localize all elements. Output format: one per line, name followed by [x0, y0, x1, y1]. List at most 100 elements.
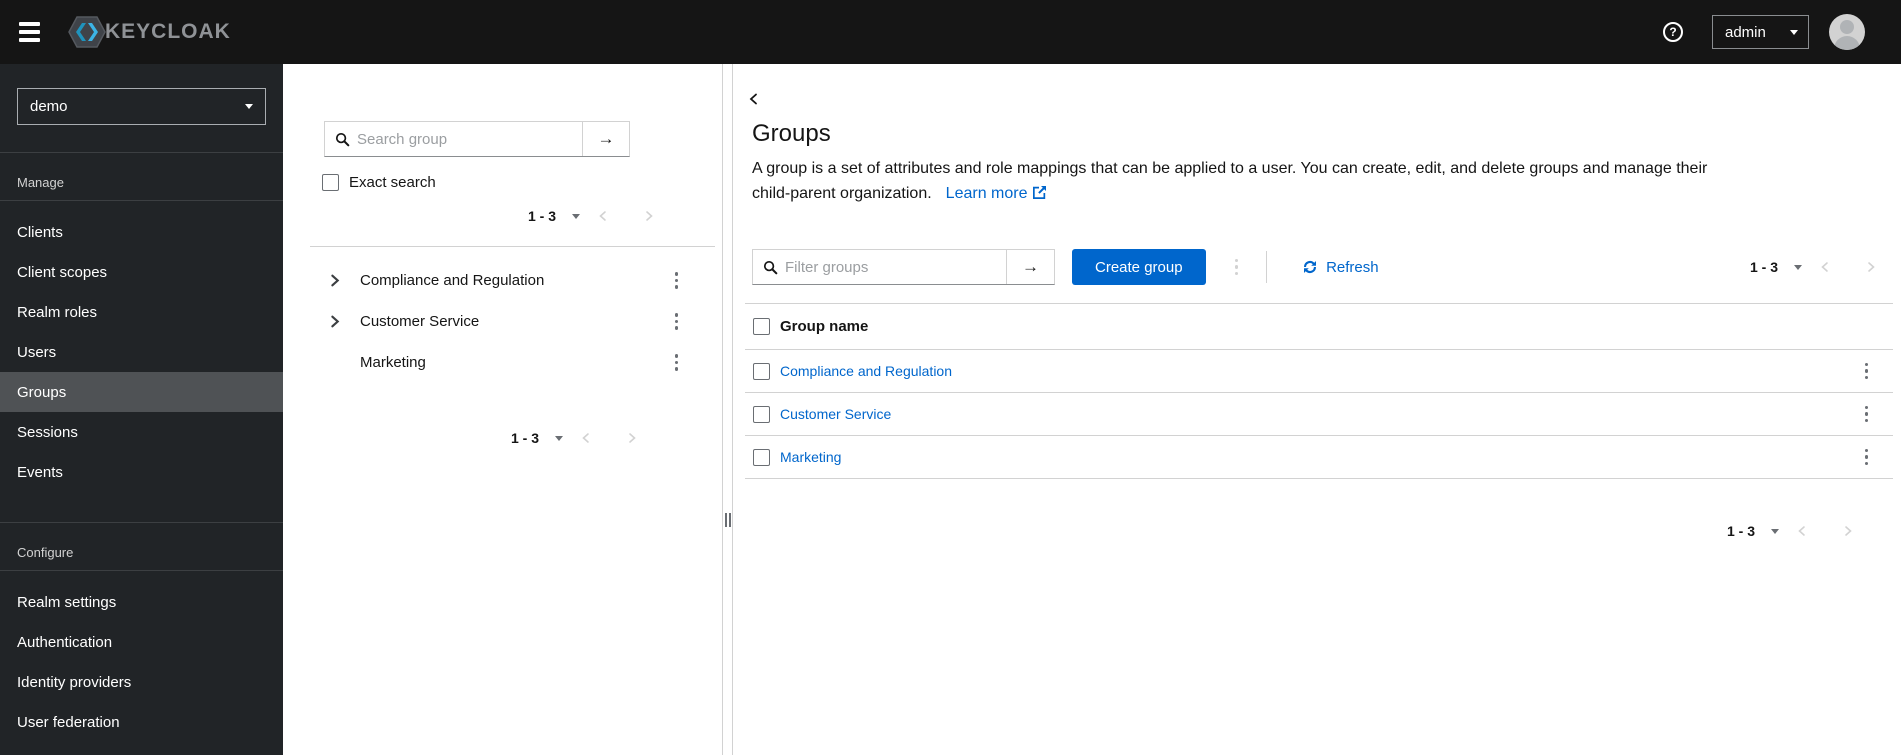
kebab-menu-button[interactable]	[1861, 402, 1873, 427]
search-group-submit-button[interactable]: →	[582, 122, 629, 156]
tree-item-label[interactable]: Compliance and Regulation	[360, 272, 544, 289]
expand-chevron-icon[interactable]	[327, 273, 343, 288]
pagination-range: 1 - 3	[527, 208, 556, 224]
search-icon	[763, 260, 778, 274]
group-link[interactable]: Marketing	[780, 449, 841, 465]
row-checkbox[interactable]	[753, 405, 770, 423]
pagination-next-button[interactable]	[609, 424, 655, 452]
filter-groups-input[interactable]	[785, 258, 1006, 276]
divider	[1266, 251, 1268, 283]
chevron-left-icon	[599, 211, 606, 221]
pagination-range: 1 - 3	[1726, 523, 1755, 539]
masthead: KEYCLOAK ? admin	[0, 0, 1901, 64]
nav-toggle-hamburger-icon[interactable]	[19, 22, 40, 42]
chevron-right-icon	[646, 211, 653, 221]
sidebar-item-events[interactable]: Events	[0, 452, 283, 492]
chevron-down-icon	[1790, 29, 1798, 35]
kebab-menu-button[interactable]	[1861, 445, 1873, 470]
sidebar-nav: demo Manage Clients Client scopes Realm …	[0, 64, 283, 755]
keycloak-logo-icon	[68, 16, 106, 48]
tree-item-marketing: Marketing	[283, 342, 722, 383]
pagination-prev-button[interactable]	[580, 202, 626, 230]
chevron-left-icon	[1798, 526, 1805, 536]
kebab-menu-button[interactable]	[671, 350, 683, 375]
sidebar-item-sessions[interactable]: Sessions	[0, 412, 283, 452]
select-all-checkbox[interactable]	[753, 318, 770, 335]
filter-groups-box: →	[752, 249, 1055, 285]
pagination-prev-button[interactable]	[1802, 253, 1848, 281]
pagination-options-caret-icon[interactable]	[555, 435, 563, 441]
groups-tree-panel: → Exact search 1 - 3 Compliance and Regu…	[283, 64, 722, 755]
kebab-menu-button[interactable]	[1861, 359, 1873, 384]
tree-item-customer-service: Customer Service	[283, 301, 722, 342]
tree-item-compliance-and-regulation: Compliance and Regulation	[283, 260, 722, 301]
tree-item-label[interactable]: Marketing	[360, 354, 426, 371]
pagination-options-caret-icon[interactable]	[572, 213, 580, 219]
groups-tree: Compliance and Regulation Customer Servi…	[283, 260, 722, 383]
pagination-next-button[interactable]	[626, 202, 672, 230]
keycloak-logo: KEYCLOAK	[67, 12, 231, 52]
pagination-range: 1 - 3	[1749, 259, 1778, 275]
pagination-prev-button[interactable]	[1779, 517, 1825, 545]
row-checkbox[interactable]	[753, 448, 770, 466]
pagination-next-button[interactable]	[1848, 253, 1894, 281]
panel-resize-splitter[interactable]	[722, 64, 733, 755]
group-link[interactable]: Customer Service	[780, 406, 891, 422]
group-search-box: →	[324, 121, 630, 157]
realm-selector[interactable]: demo	[17, 88, 266, 125]
refresh-label: Refresh	[1326, 258, 1379, 276]
user-dropdown[interactable]: admin	[1712, 15, 1809, 49]
kebab-menu-button[interactable]	[671, 309, 683, 334]
tree-pagination-bottom: 1 - 3	[283, 423, 722, 453]
column-header-group-name: Group name	[780, 318, 869, 335]
sidebar-item-users[interactable]: Users	[0, 332, 283, 372]
tree-item-label[interactable]: Customer Service	[360, 313, 479, 330]
toolbar-kebab-menu-button[interactable]	[1231, 255, 1243, 280]
group-link[interactable]: Compliance and Regulation	[780, 363, 952, 379]
exact-search-checkbox[interactable]	[322, 174, 339, 191]
nav-section-manage: Manage	[17, 175, 64, 190]
sidebar-item-realm-roles[interactable]: Realm roles	[0, 292, 283, 332]
learn-more-link[interactable]: Learn more	[946, 185, 1046, 202]
page-description: A group is a set of attributes and role …	[752, 160, 1708, 202]
pagination-prev-button[interactable]	[563, 424, 609, 452]
filter-groups-submit-button[interactable]: →	[1006, 250, 1054, 284]
nav-section-configure: Configure	[17, 545, 74, 560]
collapse-drawer-button[interactable]	[747, 92, 761, 106]
pagination-options-caret-icon[interactable]	[1794, 264, 1802, 270]
row-checkbox[interactable]	[753, 362, 770, 380]
table-row: Marketing	[745, 436, 1893, 479]
kebab-menu-button[interactable]	[671, 268, 683, 293]
chevron-right-icon	[1845, 526, 1852, 536]
arrow-right-icon: →	[597, 129, 615, 148]
brand-name: KEYCLOAK	[105, 20, 231, 43]
create-group-button[interactable]: Create group	[1072, 249, 1206, 285]
external-link-icon	[1032, 185, 1046, 199]
sidebar-item-groups[interactable]: Groups	[0, 372, 283, 412]
refresh-button[interactable]: Refresh	[1302, 259, 1379, 276]
sidebar-item-user-federation[interactable]: User federation	[0, 702, 283, 742]
sidebar-item-realm-settings[interactable]: Realm settings	[0, 582, 283, 622]
table-pagination-top: 1 - 3	[1750, 252, 1894, 282]
divider	[310, 246, 715, 247]
sidebar-item-clients[interactable]: Clients	[0, 212, 283, 252]
help-icon[interactable]: ?	[1663, 22, 1683, 42]
sidebar-item-client-scopes[interactable]: Client scopes	[0, 252, 283, 292]
divider	[0, 570, 283, 571]
table-row: Customer Service	[745, 393, 1893, 436]
pagination-options-caret-icon[interactable]	[1771, 528, 1779, 534]
chevron-down-icon	[245, 104, 253, 109]
chevron-right-icon	[1868, 262, 1875, 272]
refresh-icon	[1304, 260, 1317, 274]
divider	[0, 200, 283, 201]
avatar[interactable]	[1829, 14, 1865, 50]
user-dropdown-label: admin	[1725, 23, 1766, 41]
expand-chevron-icon[interactable]	[327, 314, 343, 329]
pagination-next-button[interactable]	[1825, 517, 1871, 545]
exact-search-label: Exact search	[349, 174, 436, 191]
arrow-right-icon: →	[1022, 257, 1039, 276]
sidebar-item-authentication[interactable]: Authentication	[0, 622, 283, 662]
sidebar-item-identity-providers[interactable]: Identity providers	[0, 662, 283, 702]
groups-table: Group name Compliance and Regulation Cus…	[745, 303, 1893, 479]
search-group-input[interactable]	[357, 130, 582, 148]
